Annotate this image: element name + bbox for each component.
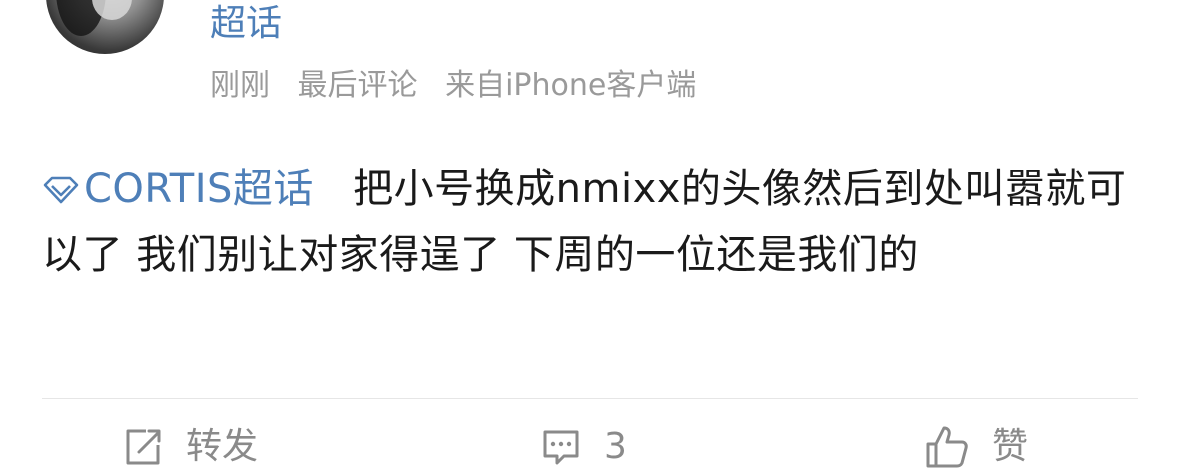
topic-link[interactable]: CORTIS超话	[42, 166, 327, 212]
repost-icon	[126, 429, 161, 465]
username-link[interactable]: 超话	[210, 2, 282, 46]
post-time: 刚刚	[210, 68, 270, 103]
like-button[interactable]: 赞	[924, 424, 1028, 470]
weibo-post: 超话 刚刚 最后评论 来自iPhone客户端 CORTIS超话 把小号换成nmi…	[0, 0, 1180, 470]
divider	[42, 398, 1138, 399]
thumbs-up-icon	[926, 426, 968, 468]
diamond-icon	[43, 176, 79, 204]
post-content: CORTIS超话 把小号换成nmixx的头像然后到处叫嚣就可以了 我们别让对家得…	[42, 156, 1142, 288]
repost-button[interactable]: 转发	[122, 424, 258, 470]
post-meta: 刚刚 最后评论 来自iPhone客户端	[210, 64, 696, 108]
last-comment-label: 最后评论	[297, 68, 418, 103]
avatar[interactable]	[46, 0, 164, 54]
comment-button[interactable]: 3	[540, 424, 627, 470]
post-source: 来自iPhone客户端	[445, 68, 697, 103]
comment-count: 3	[604, 426, 627, 467]
comment-icon	[543, 430, 579, 465]
repost-label: 转发	[186, 426, 259, 467]
topic-label: CORTIS超话	[84, 166, 314, 212]
like-label: 赞	[992, 426, 1029, 467]
